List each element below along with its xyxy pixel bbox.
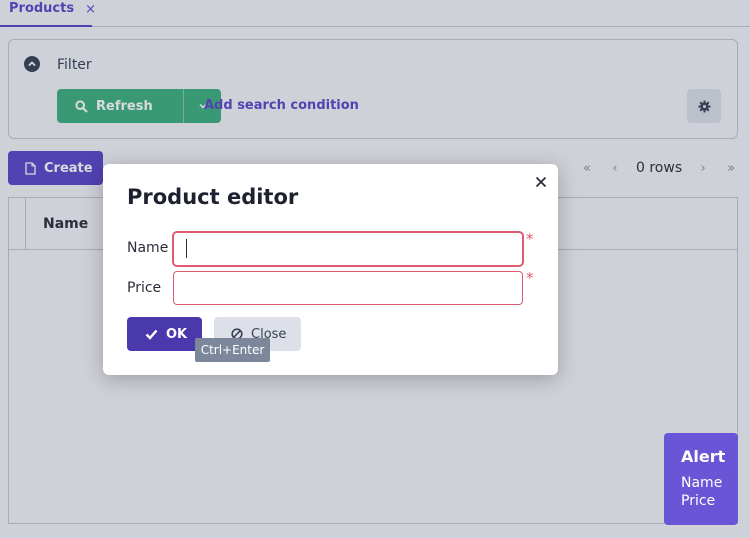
name-field[interactable] [173,232,523,266]
required-indicator: * [526,230,534,248]
price-field[interactable] [173,271,523,305]
alert-item: Price [681,493,716,509]
product-editor-dialog: Product editor Name * Price * OK Close [103,164,558,375]
text-caret [186,239,187,258]
ok-label: OK [166,326,188,342]
alert-item: Name [681,475,723,491]
dialog-title: Product editor [127,185,299,209]
name-field-label: Name [127,240,169,256]
ok-button[interactable]: OK [127,317,202,351]
validation-alert[interactable]: Alert Name Price [664,433,738,525]
shortcut-tooltip: Ctrl+Enter [195,338,270,362]
price-field-label: Price [127,280,162,296]
dialog-close-icon[interactable] [533,174,549,190]
alert-title: Alert [681,447,726,466]
checkmark-icon [145,329,158,340]
required-indicator: * [526,269,534,287]
